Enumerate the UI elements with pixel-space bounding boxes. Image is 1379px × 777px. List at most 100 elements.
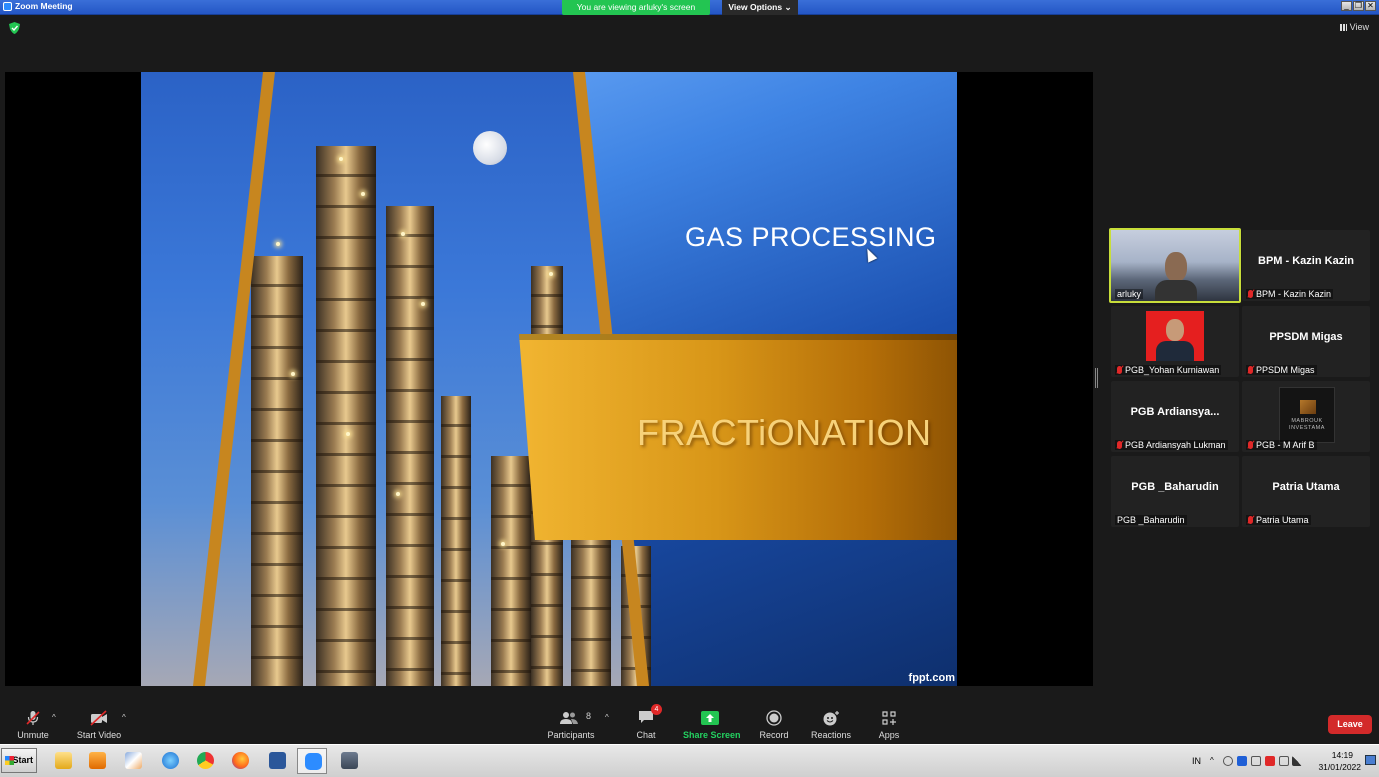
view-button[interactable]: View: [1339, 22, 1369, 32]
participant-label: PPSDM Migas: [1246, 365, 1317, 375]
meeting-toolbar: Unmute ^ Start Video ^ 8 Participants ^ …: [0, 700, 1379, 744]
video-options-chevron-icon[interactable]: ^: [122, 713, 126, 722]
participant-tile[interactable]: PGB _Baharudin PGB _Baharudin: [1111, 456, 1239, 527]
participant-label: PGB Ardiansyah Lukman: [1115, 440, 1228, 450]
restore-button[interactable]: ❐: [1353, 1, 1364, 11]
slide-title: GAS PROCESSING: [685, 222, 937, 252]
clock-time[interactable]: 14:19: [1332, 750, 1353, 760]
minimize-button[interactable]: _: [1341, 1, 1352, 11]
zoom-app-icon: [3, 2, 12, 11]
share-screen-label: Share Screen: [683, 730, 741, 740]
sync-icon[interactable]: [1223, 756, 1233, 766]
share-screen-button[interactable]: Share Screen: [683, 710, 741, 740]
presentation-slide: GAS PROCESSING FRACTiONATION fppt.com: [141, 72, 957, 686]
logo-text: MABROUK INVESTAMA: [1289, 418, 1325, 431]
taskbar-media-player[interactable]: [82, 748, 112, 774]
participant-label-text: PGB_Yohan Kurniawan: [1125, 365, 1220, 375]
leave-button[interactable]: Leave: [1328, 715, 1372, 734]
chrome-icon: [197, 752, 214, 769]
show-hidden-icons-chevron-icon[interactable]: ^: [1210, 756, 1220, 766]
participants-button[interactable]: 8 Participants: [546, 710, 596, 740]
bluetooth-icon[interactable]: [1237, 756, 1247, 766]
muted-mic-icon: [1117, 366, 1122, 374]
refinery-tower: [316, 146, 376, 686]
record-label: Record: [759, 730, 789, 740]
monitor-icon[interactable]: [1251, 756, 1261, 766]
taskbar-chrome[interactable]: [190, 748, 220, 774]
participant-tile[interactable]: PPSDM Migas PPSDM Migas: [1242, 306, 1370, 377]
participant-body: [1155, 280, 1197, 301]
unmute-button[interactable]: Unmute: [14, 710, 52, 740]
taskbar-file-explorer[interactable]: [48, 748, 78, 774]
participant-tile[interactable]: BPM - Kazin Kazin BPM - Kazin Kazin: [1242, 230, 1370, 301]
record-button[interactable]: Record: [758, 710, 790, 740]
chat-button[interactable]: 4 Chat: [634, 704, 662, 740]
taskbar-word[interactable]: [262, 748, 292, 774]
reactions-label: Reactions: [811, 730, 852, 740]
split-view-handle[interactable]: [1095, 368, 1098, 388]
firefox-icon: [232, 752, 249, 769]
action-center-icon[interactable]: [1365, 755, 1376, 765]
internet-explorer-icon: [162, 752, 179, 769]
participants-icon: [560, 712, 578, 724]
participant-label: Patria Utama: [1246, 515, 1311, 525]
windows-taskbar: Start IN ^ 14:19 31/01/2022: [0, 744, 1379, 777]
unmute-label: Unmute: [17, 730, 49, 740]
participant-tile[interactable]: Patria Utama Patria Utama: [1242, 456, 1370, 527]
logo-mark: [1300, 400, 1316, 414]
tower-light: [276, 242, 280, 246]
audio-options-chevron-icon[interactable]: ^: [52, 713, 56, 722]
participant-label-text: BPM - Kazin Kazin: [1256, 289, 1332, 299]
muted-mic-icon: [1248, 366, 1253, 374]
network-signal-icon[interactable]: [1292, 756, 1302, 766]
tower-light: [361, 192, 365, 196]
participant-photo: [1146, 311, 1204, 361]
participant-name: PGB _Baharudin: [1131, 481, 1219, 493]
taskbar-snipping-tool[interactable]: [334, 748, 364, 774]
photo-shirt: [1156, 341, 1194, 361]
tower-light: [421, 302, 425, 306]
view-label: View: [1349, 22, 1369, 32]
refinery-tower: [386, 206, 434, 686]
participant-name: PPSDM Migas: [1269, 331, 1343, 343]
view-options-button[interactable]: View Options ⌄: [722, 0, 798, 15]
participants-chevron-icon[interactable]: ^: [605, 713, 609, 722]
start-button[interactable]: Start: [1, 748, 37, 773]
participant-label-text: PGB - M Arif B: [1256, 440, 1315, 450]
taskbar-firefox[interactable]: [225, 748, 255, 774]
refinery-tower: [491, 456, 531, 686]
viewing-screen-banner: You are viewing arluky's screen: [562, 0, 710, 15]
window-title: Zoom Meeting: [15, 1, 73, 11]
volume-icon[interactable]: [1279, 756, 1289, 766]
participant-name: Patria Utama: [1272, 481, 1340, 493]
participant-label-text: Patria Utama: [1256, 515, 1309, 525]
language-indicator[interactable]: IN: [1192, 756, 1201, 766]
participant-tile-arluky[interactable]: arluky: [1109, 228, 1241, 303]
start-video-button[interactable]: Start Video: [76, 710, 122, 740]
participant-tile[interactable]: PGB Ardiansya... PGB Ardiansyah Lukman: [1111, 381, 1239, 452]
participant-label: PGB_Yohan Kurniawan: [1115, 365, 1222, 375]
tower-light: [501, 542, 505, 546]
encryption-shield-icon[interactable]: [9, 22, 20, 34]
system-tray: IN ^ 14:19 31/01/2022: [1184, 745, 1379, 777]
participants-label: Participants: [547, 730, 595, 740]
snipping-tool-icon: [341, 752, 358, 769]
taskbar-paint[interactable]: [118, 748, 148, 774]
close-button[interactable]: ✕: [1365, 1, 1376, 11]
participant-label: arluky: [1115, 289, 1144, 299]
reactions-icon: [823, 711, 839, 726]
taskbar-internet-explorer[interactable]: [155, 748, 185, 774]
participant-tile[interactable]: PGB_Yohan Kurniawan: [1111, 306, 1239, 377]
share-screen-icon: [701, 711, 719, 725]
antivirus-icon[interactable]: [1265, 756, 1275, 766]
reactions-button[interactable]: Reactions: [811, 710, 851, 740]
participant-label-text: PPSDM Migas: [1256, 365, 1315, 375]
moon-image: [473, 131, 507, 165]
participant-tile[interactable]: MABROUK INVESTAMA PGB - M Arif B: [1242, 381, 1370, 452]
apps-button[interactable]: Apps: [876, 710, 902, 740]
slide-subtitle: FRACTiONATION: [637, 412, 932, 453]
photo-head: [1166, 319, 1184, 341]
taskbar-zoom[interactable]: [297, 748, 327, 774]
apps-label: Apps: [878, 730, 900, 740]
clock-date[interactable]: 31/01/2022: [1318, 762, 1361, 772]
